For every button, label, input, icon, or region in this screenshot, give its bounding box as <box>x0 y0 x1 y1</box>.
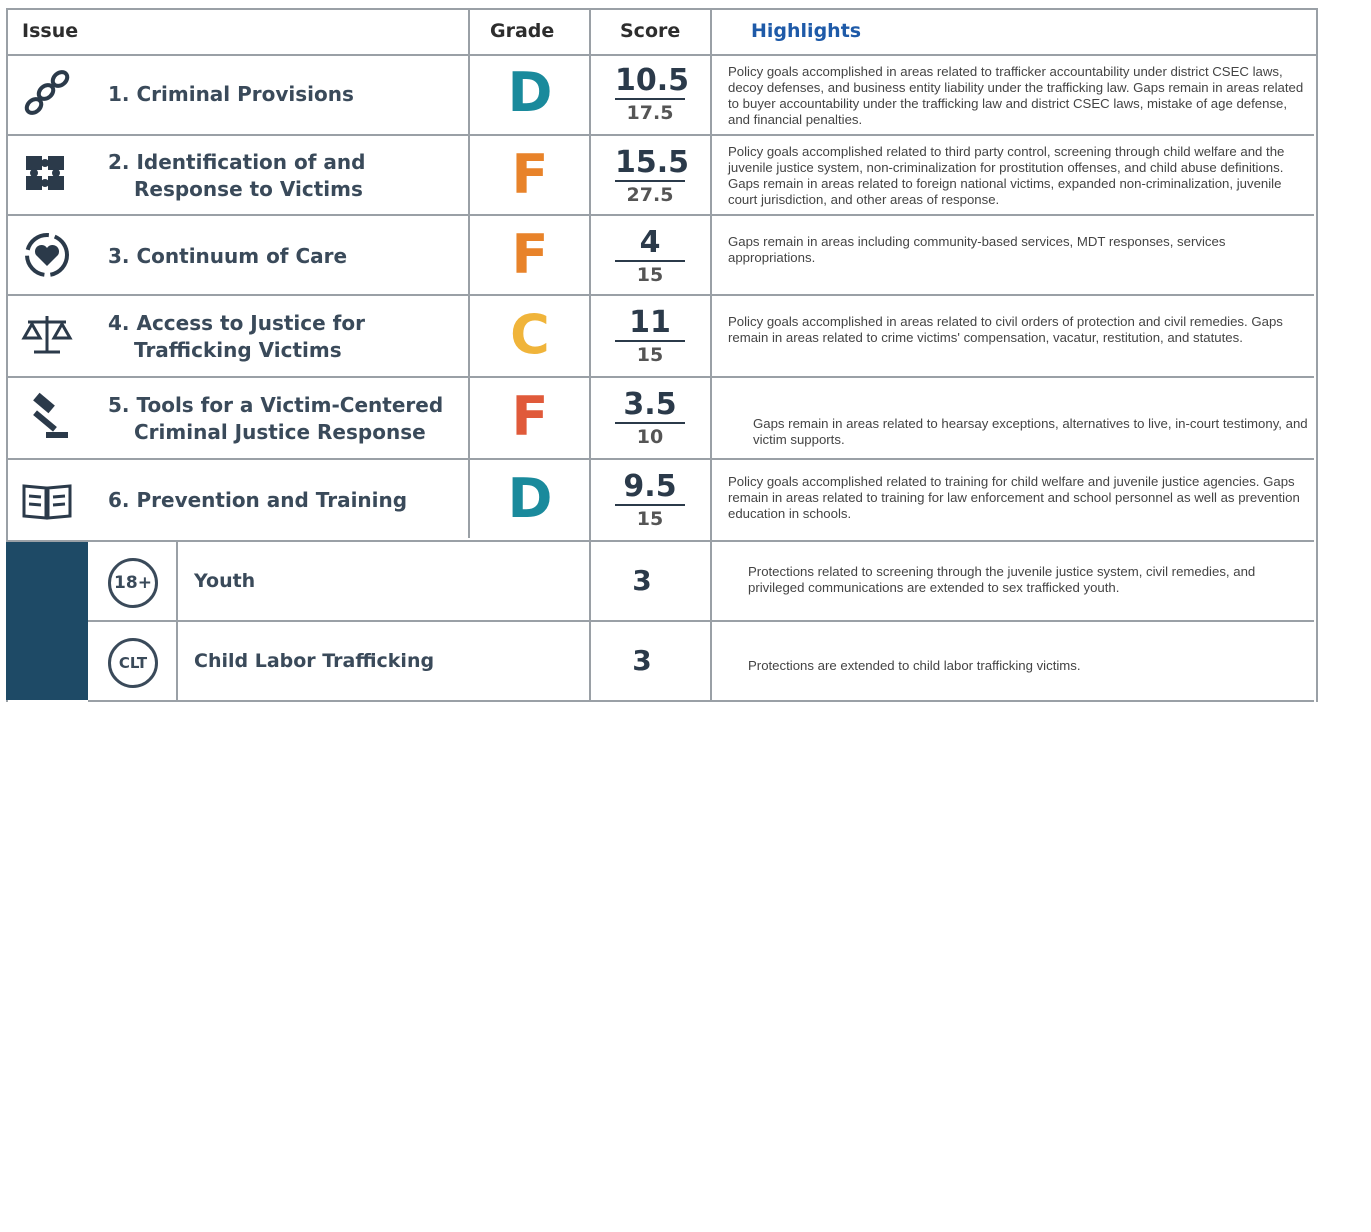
highlights-text: Policy goals accomplished in areas relat… <box>728 64 1308 128</box>
score-max: 15 <box>591 344 709 366</box>
score-value: 11 <box>615 306 685 342</box>
score-value: 4 <box>615 226 685 262</box>
grade-letter: D <box>470 66 590 120</box>
extra-credit-band: EXTRA CREDIT <box>6 542 88 700</box>
gavel-icon <box>20 390 74 444</box>
issue-title-line: Response to Victims <box>108 176 365 203</box>
score-value: 10.5 <box>615 64 685 100</box>
score-max: 15 <box>591 508 709 530</box>
table-header: Issue Grade Score Highlights <box>6 8 1316 56</box>
grade-letter: C <box>470 308 590 362</box>
grade-letter: F <box>470 390 590 444</box>
table-row: 2. Identification of and Response to Vic… <box>8 136 1314 216</box>
highlights-text: Protections related to screening through… <box>748 564 1308 596</box>
table-row: 4. Access to Justice for Trafficking Vic… <box>8 296 1314 378</box>
issue-title-line: 5. Tools for a Victim-Centered <box>108 392 443 419</box>
table-row: 3. Continuum of Care F 4 15 Gaps remain … <box>8 216 1314 296</box>
header-grade: Grade <box>490 20 554 42</box>
highlights-text: Policy goals accomplished related to thi… <box>728 144 1308 208</box>
issue-title: 3. Continuum of Care <box>108 243 347 270</box>
issue-title: 1. Criminal Provisions <box>108 81 354 108</box>
highlights-text: Policy goals accomplished related to tra… <box>728 474 1308 522</box>
score: 3.5 10 <box>591 388 709 448</box>
header-highlights: Highlights <box>751 20 861 42</box>
highlights-text: Policy goals accomplished in areas relat… <box>728 314 1308 346</box>
header-score: Score <box>620 20 680 42</box>
grade-letter: F <box>470 228 590 282</box>
issue-title-line: Trafficking Victims <box>108 337 365 364</box>
table-row: 6. Prevention and Training D 9.5 15 Poli… <box>8 460 1314 542</box>
score-max: 15 <box>591 264 709 286</box>
age-18-plus-icon: 18+ <box>108 558 158 608</box>
extra-credit-score: 3 <box>583 644 701 677</box>
score-value: 9.5 <box>615 470 685 506</box>
header-issue: Issue <box>22 20 78 42</box>
score-max: 17.5 <box>591 102 709 124</box>
grade-letter: D <box>470 472 590 526</box>
issue-title: 2. Identification of and Response to Vic… <box>108 149 365 203</box>
issue-title-line: 2. Identification of and <box>108 149 365 176</box>
highlights-text: Gaps remain in areas including community… <box>728 234 1308 266</box>
heart-cycle-icon <box>20 228 74 282</box>
table-row: 1. Criminal Provisions D 10.5 17.5 Polic… <box>8 54 1314 136</box>
score: 4 15 <box>591 226 709 286</box>
score-max: 27.5 <box>591 184 709 206</box>
issue-title: 4. Access to Justice for Trafficking Vic… <box>108 310 365 364</box>
table-row: 5. Tools for a Victim-Centered Criminal … <box>8 378 1314 460</box>
highlights-text: Gaps remain in areas related to hearsay … <box>753 416 1333 448</box>
chain-link-icon <box>20 66 74 120</box>
puzzle-pieces-icon <box>20 148 74 202</box>
issue-title-line: Criminal Justice Response <box>108 419 443 446</box>
extra-credit-row: 18+ Youth 3 Protections related to scree… <box>88 542 1314 622</box>
score: 10.5 17.5 <box>591 64 709 124</box>
scales-of-justice-icon <box>20 308 74 362</box>
issue-title: 6. Prevention and Training <box>108 487 407 514</box>
open-book-icon <box>20 474 74 528</box>
child-labor-icon: CLT <box>108 638 158 688</box>
extra-credit-title: Child Labor Trafficking <box>194 650 434 672</box>
highlights-text: Protections are extended to child labor … <box>748 658 1308 674</box>
extra-credit-label: EXTRA CREDIT <box>36 1099 54 1232</box>
score-max: 10 <box>591 426 709 448</box>
extra-credit-title: Youth <box>194 570 255 592</box>
score-value: 3.5 <box>615 388 685 424</box>
issue-title: 5. Tools for a Victim-Centered Criminal … <box>108 392 443 446</box>
score-value: 15.5 <box>615 146 685 182</box>
score: 9.5 15 <box>591 470 709 530</box>
score: 11 15 <box>591 306 709 366</box>
score: 15.5 27.5 <box>591 146 709 206</box>
extra-credit-score: 3 <box>583 564 701 597</box>
grade-letter: F <box>470 148 590 202</box>
issue-title-line: 4. Access to Justice for <box>108 310 365 337</box>
extra-credit-row: CLT Child Labor Trafficking 3 Protection… <box>88 622 1314 702</box>
